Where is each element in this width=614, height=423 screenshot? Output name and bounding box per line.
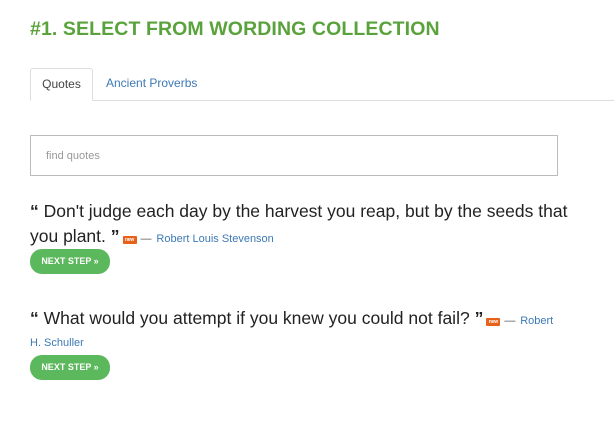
author-link[interactable]: Robert <box>520 315 553 327</box>
tab-bar: Quotes Ancient Proverbs <box>30 68 614 101</box>
author-link[interactable]: Robert Louis Stevenson <box>156 233 273 245</box>
author-dash: — <box>140 233 152 245</box>
tab-ancient-proverbs[interactable]: Ancient Proverbs <box>106 68 197 101</box>
author-link-continued[interactable]: H. Schuller <box>30 337 84 349</box>
new-badge-icon: new <box>486 318 501 326</box>
close-quote-mark: ” <box>110 226 120 246</box>
page-heading: #1. SELECT FROM WORDING COLLECTION <box>30 18 440 40</box>
open-quote-mark: “ <box>30 308 39 328</box>
open-quote-mark: “ <box>30 201 39 221</box>
next-step-button[interactable]: NEXT STEP » <box>30 249 110 274</box>
next-step-button[interactable]: NEXT STEP » <box>30 355 110 380</box>
quote-item: “ Don't judge each day by the harvest yo… <box>30 199 570 252</box>
close-quote-mark: ” <box>474 308 484 328</box>
search-quotes-input[interactable] <box>30 135 558 176</box>
quote-text: What would you attempt if you knew you c… <box>43 308 470 328</box>
author-dash: — <box>504 315 516 327</box>
tab-quotes[interactable]: Quotes <box>30 68 93 101</box>
quote-item: “ What would you attempt if you knew you… <box>30 306 570 334</box>
new-badge-icon: new <box>122 236 137 244</box>
